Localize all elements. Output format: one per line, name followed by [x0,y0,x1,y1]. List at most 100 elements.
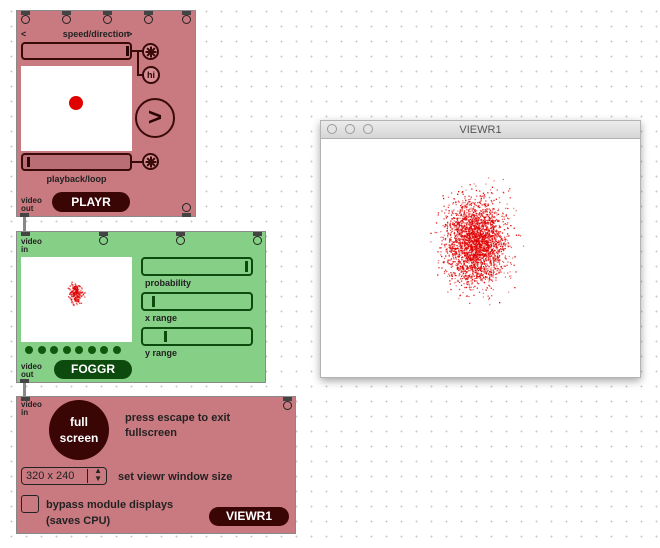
noise-pixel [450,192,453,194]
noise-pixel [445,209,447,211]
noise-pixel [75,296,78,298]
foggr-inlet-2[interactable] [99,236,108,245]
foggr-inlet-3[interactable] [176,236,185,245]
playback-settings-gear-icon[interactable] [142,153,159,170]
playr-inlet-3[interactable] [103,15,112,24]
noise-pixel [507,207,509,210]
noise-pixel [488,208,490,210]
noise-pixel [488,218,490,220]
speed-slider[interactable] [21,42,132,60]
noise-pixel [464,198,466,200]
noise-pixel [80,287,83,289]
noise-pixel [70,294,72,296]
noise-pixel [459,217,461,219]
noise-pixel [471,221,473,224]
noise-pixel [452,250,454,253]
foggr-inlet-4[interactable] [253,236,262,245]
speed-slider-knob[interactable] [126,46,129,56]
noise-pixel [453,209,455,211]
play-button[interactable]: > [135,98,175,138]
noise-pixel [488,248,490,250]
noise-pixel [499,245,502,248]
noise-pixel [463,263,465,265]
speed-right-arrow: > [127,29,133,39]
noise-pixel [447,259,449,261]
noise-pixel [468,260,470,262]
noise-pixel [472,267,474,269]
playback-loop-slider[interactable] [21,153,132,171]
bypass-checkbox[interactable] [21,495,39,513]
window-titlebar[interactable]: VIEWR1 [321,121,640,139]
noise-pixel [72,302,74,304]
x-range-slider-knob[interactable] [152,296,155,307]
noise-pixel [475,204,478,207]
stepper-arrows-icon[interactable]: ▲ ▼ [94,467,102,483]
noise-pixel [481,235,483,238]
noise-pixel [465,260,467,262]
noise-pixel [498,261,500,263]
noise-pixel [454,251,456,253]
y-range-slider[interactable] [141,327,253,346]
noise-pixel [495,277,497,279]
noise-pixel [463,211,465,213]
noise-pixel [460,284,463,286]
noise-pixel [460,205,462,207]
y-range-slider-knob[interactable] [164,331,167,342]
noise-pixel [486,229,488,231]
fullscreen-button[interactable]: full screen [49,400,109,460]
noise-pixel [485,235,487,237]
noise-pixel [487,258,490,260]
noise-pixel [482,226,484,228]
noise-pixel [487,256,489,258]
viewr-video-in-label: video in [21,400,42,417]
playback-loop-slider-knob[interactable] [27,157,30,167]
noise-pixel [459,239,461,242]
noise-pixel [515,234,518,236]
noise-pixel [495,232,497,234]
hi-button[interactable]: hi [142,66,160,84]
noise-pixel [461,203,463,206]
noise-pixel [522,245,525,247]
viewr-inlet-2[interactable] [283,401,292,410]
playr-inlet-1[interactable] [21,15,30,24]
noise-pixel [504,245,507,247]
noise-pixel [466,212,468,214]
window-size-select[interactable]: 320 x 240 ▲ ▼ [21,467,107,485]
noise-pixel [79,302,81,305]
playr-inlet-tab-3 [103,11,112,15]
noise-pixel [453,245,455,247]
noise-pixel [489,253,491,255]
noise-pixel [473,240,475,243]
noise-pixel [480,210,482,212]
speed-settings-gear-icon[interactable] [142,43,159,60]
noise-pixel [507,227,509,229]
patch-cord-playr-foggr[interactable] [23,216,26,232]
noise-pixel [475,212,477,215]
noise-pixel [479,247,482,249]
noise-pixel [464,202,466,204]
noise-pixel [469,302,471,304]
probability-slider-knob[interactable] [245,261,248,272]
playr-outlet-right[interactable] [182,203,191,212]
noise-pixel [453,233,456,235]
noise-pixel [502,239,504,242]
noise-pixel [495,247,497,249]
noise-pixel [487,223,489,225]
noise-pixel [464,264,466,266]
noise-pixel [477,223,479,225]
playr-inlet-2[interactable] [62,15,71,24]
noise-pixel [490,235,492,237]
x-range-slider[interactable] [141,292,253,311]
probability-slider[interactable] [141,257,253,276]
noise-pixel [430,241,432,243]
noise-pixel [494,230,496,232]
playr-inlet-4[interactable] [144,15,153,24]
noise-pixel [492,276,494,278]
noise-pixel [490,271,492,273]
playr-inlet-5[interactable] [182,15,191,24]
noise-pixel [473,206,475,208]
noise-pixel [493,222,496,224]
noise-pixel [468,234,471,236]
noise-pixel [505,243,507,245]
noise-pixel [472,232,475,235]
